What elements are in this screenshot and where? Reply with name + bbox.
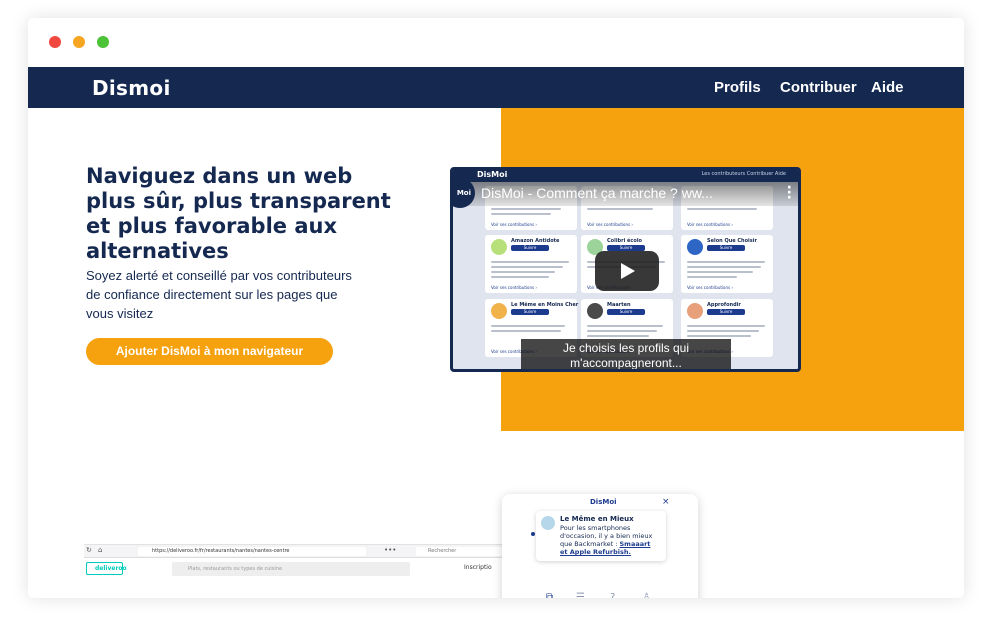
nav-link-aide[interactable]: Aide [871, 79, 904, 96]
le-meme-icon [491, 303, 507, 319]
hero-subtext: Soyez alerté et conseillé par vos contri… [86, 268, 352, 321]
demo-browser-screenshot: ↻ ⌂ https://deliveroo.fr/fr/restaurants/… [84, 544, 502, 598]
maximize-window-button[interactable] [97, 36, 109, 48]
minimize-window-button[interactable] [73, 36, 85, 48]
dismoi-logo[interactable]: Dismoi [92, 76, 171, 100]
video-site-links: Les contributeurs Contribuer Aide [701, 171, 786, 177]
popup-message-card: Le Même en Mieux Pour les smartphones d'… [536, 511, 666, 561]
window-titlebar [28, 18, 964, 66]
video-more-icon[interactable]: · · · [787, 181, 792, 205]
demo-url-bar: ↻ ⌂ https://deliveroo.fr/fr/restaurants/… [84, 545, 502, 558]
play-button[interactable] [595, 251, 659, 291]
approfondir-icon [687, 303, 703, 319]
deliveroo-signup-link: Inscriptio [464, 564, 492, 571]
video-player[interactable]: DisMoi Les contributeurs Contribuer Aide… [450, 167, 801, 372]
video-caption: Je choisis les profils qui m'accompagner… [521, 339, 731, 369]
dismoi-notification-popup: DisMoi × Le Même en Mieux Pour les smart… [502, 494, 698, 598]
demo-url-field: https://deliveroo.fr/fr/restaurants/nant… [138, 547, 366, 556]
reload-icon: ↻ [86, 546, 92, 554]
popup-title: DisMoi [590, 498, 617, 506]
site-navbar: Dismoi Profils Contribuer Aide [28, 67, 964, 108]
maarten-avatar [587, 303, 603, 319]
video-site-logo: DisMoi [477, 170, 508, 179]
play-icon [621, 263, 635, 279]
add-to-browser-button[interactable]: Ajouter DisMoi à mon navigateur [86, 338, 333, 365]
menu-dots-icon: ••• [384, 546, 397, 554]
popup-close-icon[interactable]: × [662, 497, 670, 507]
video-title[interactable]: DisMoi - Comment ça marche ? ww... [481, 185, 713, 201]
que-choisir-icon [687, 239, 703, 255]
video-site-header: DisMoi Les contributeurs Contribuer Aide [453, 170, 798, 182]
hero-headline: Naviguez dans un web plus sûr, plus tran… [86, 164, 391, 263]
contributor-name: Le Même en Mieux [560, 515, 634, 523]
unread-dot [531, 532, 535, 536]
video-card-selon-que-choisir: Selon Que Choisir Suivre Voir ses contri… [681, 235, 773, 293]
help-icon[interactable]: ? [610, 592, 615, 598]
close-window-button[interactable] [49, 36, 61, 48]
popup-tab-icons: ⧉ ☰ ? ♙ [546, 592, 666, 598]
nav-link-contribuer[interactable]: Contribuer [780, 79, 857, 96]
amazon-antidote-icon [491, 239, 507, 255]
contributor-avatar [541, 516, 555, 530]
browser-window: Dismoi Profils Contribuer Aide Naviguez … [28, 18, 964, 598]
demo-search-field: Rechercher [416, 547, 502, 556]
profile-icon[interactable]: ♙ [642, 592, 651, 598]
notifications-icon[interactable]: ⧉ [546, 592, 553, 598]
home-icon: ⌂ [98, 546, 103, 554]
list-icon[interactable]: ☰ [576, 592, 585, 598]
deliveroo-logo: deliveroo [86, 562, 127, 575]
deliveroo-header: deliveroo Plats, restaurants ou types de… [84, 558, 502, 580]
popup-message: Pour les smartphones d'occasion, il y a … [560, 524, 653, 556]
nav-link-profils[interactable]: Profils [714, 79, 761, 96]
video-card-amazon-antidote: Amazon Antidote Suivre Voir ses contribu… [485, 235, 577, 293]
deliveroo-search-field: Plats, restaurants ou types de cuisine [172, 562, 410, 576]
